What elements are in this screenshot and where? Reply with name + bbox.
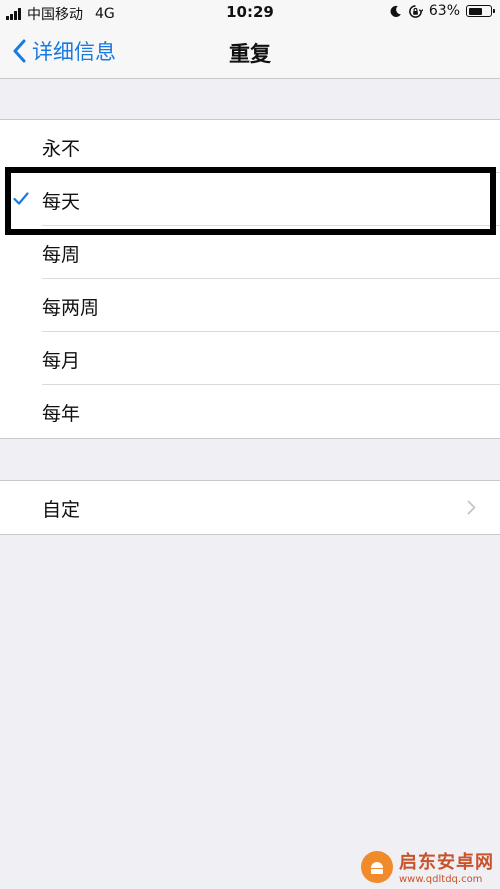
status-bar: 中国移动 4G 10:29 63% (0, 0, 500, 26)
site-watermark: 启东安卓网 www.qdltdq.com (361, 848, 494, 885)
custom-repeat-row[interactable]: 自定 (0, 481, 500, 534)
custom-repeat-section: 自定 (0, 480, 500, 535)
battery-fill (468, 7, 482, 15)
repeat-option-yearly[interactable]: 每年 (0, 385, 500, 438)
repeat-option-daily[interactable]: 每天 (0, 173, 500, 226)
watermark-text: 启东安卓网 www.qdltdq.com (399, 848, 494, 885)
battery-percent: 63% (428, 3, 460, 19)
android-logo-icon (371, 861, 383, 874)
chevron-right-icon (467, 500, 476, 515)
repeat-option-label: 每年 (42, 403, 81, 425)
custom-repeat-label: 自定 (42, 499, 81, 521)
watermark-site-name: 启东安卓网 (399, 852, 494, 873)
repeat-option-biweekly[interactable]: 每两周 (0, 279, 500, 332)
repeat-option-weekly[interactable]: 每周 (0, 226, 500, 279)
navigation-bar: 详细信息 重复 (0, 26, 500, 79)
back-button[interactable]: 详细信息 (12, 36, 116, 66)
repeat-option-label: 每周 (42, 244, 81, 266)
repeat-option-monthly[interactable]: 每月 (0, 332, 500, 385)
chevron-left-icon (13, 39, 26, 63)
repeat-option-label: 每天 (42, 191, 81, 213)
checkmark-icon (13, 192, 29, 205)
moon-icon (390, 5, 401, 17)
watermark-url: www.qdltdq.com (399, 874, 483, 885)
rotation-lock-icon (409, 4, 423, 18)
repeat-option-label: 每两周 (42, 297, 100, 319)
repeat-options-list: 永不 每天 每周 每两周 每月 每年 (0, 119, 500, 439)
repeat-option-label: 每月 (42, 350, 81, 372)
watermark-logo (361, 850, 393, 883)
back-button-label: 详细信息 (32, 40, 116, 64)
battery-cap (493, 9, 495, 13)
repeat-option-never[interactable]: 永不 (0, 120, 500, 173)
status-right: 63% (389, 3, 495, 19)
battery-icon (466, 5, 495, 17)
repeat-option-label: 永不 (42, 138, 81, 160)
